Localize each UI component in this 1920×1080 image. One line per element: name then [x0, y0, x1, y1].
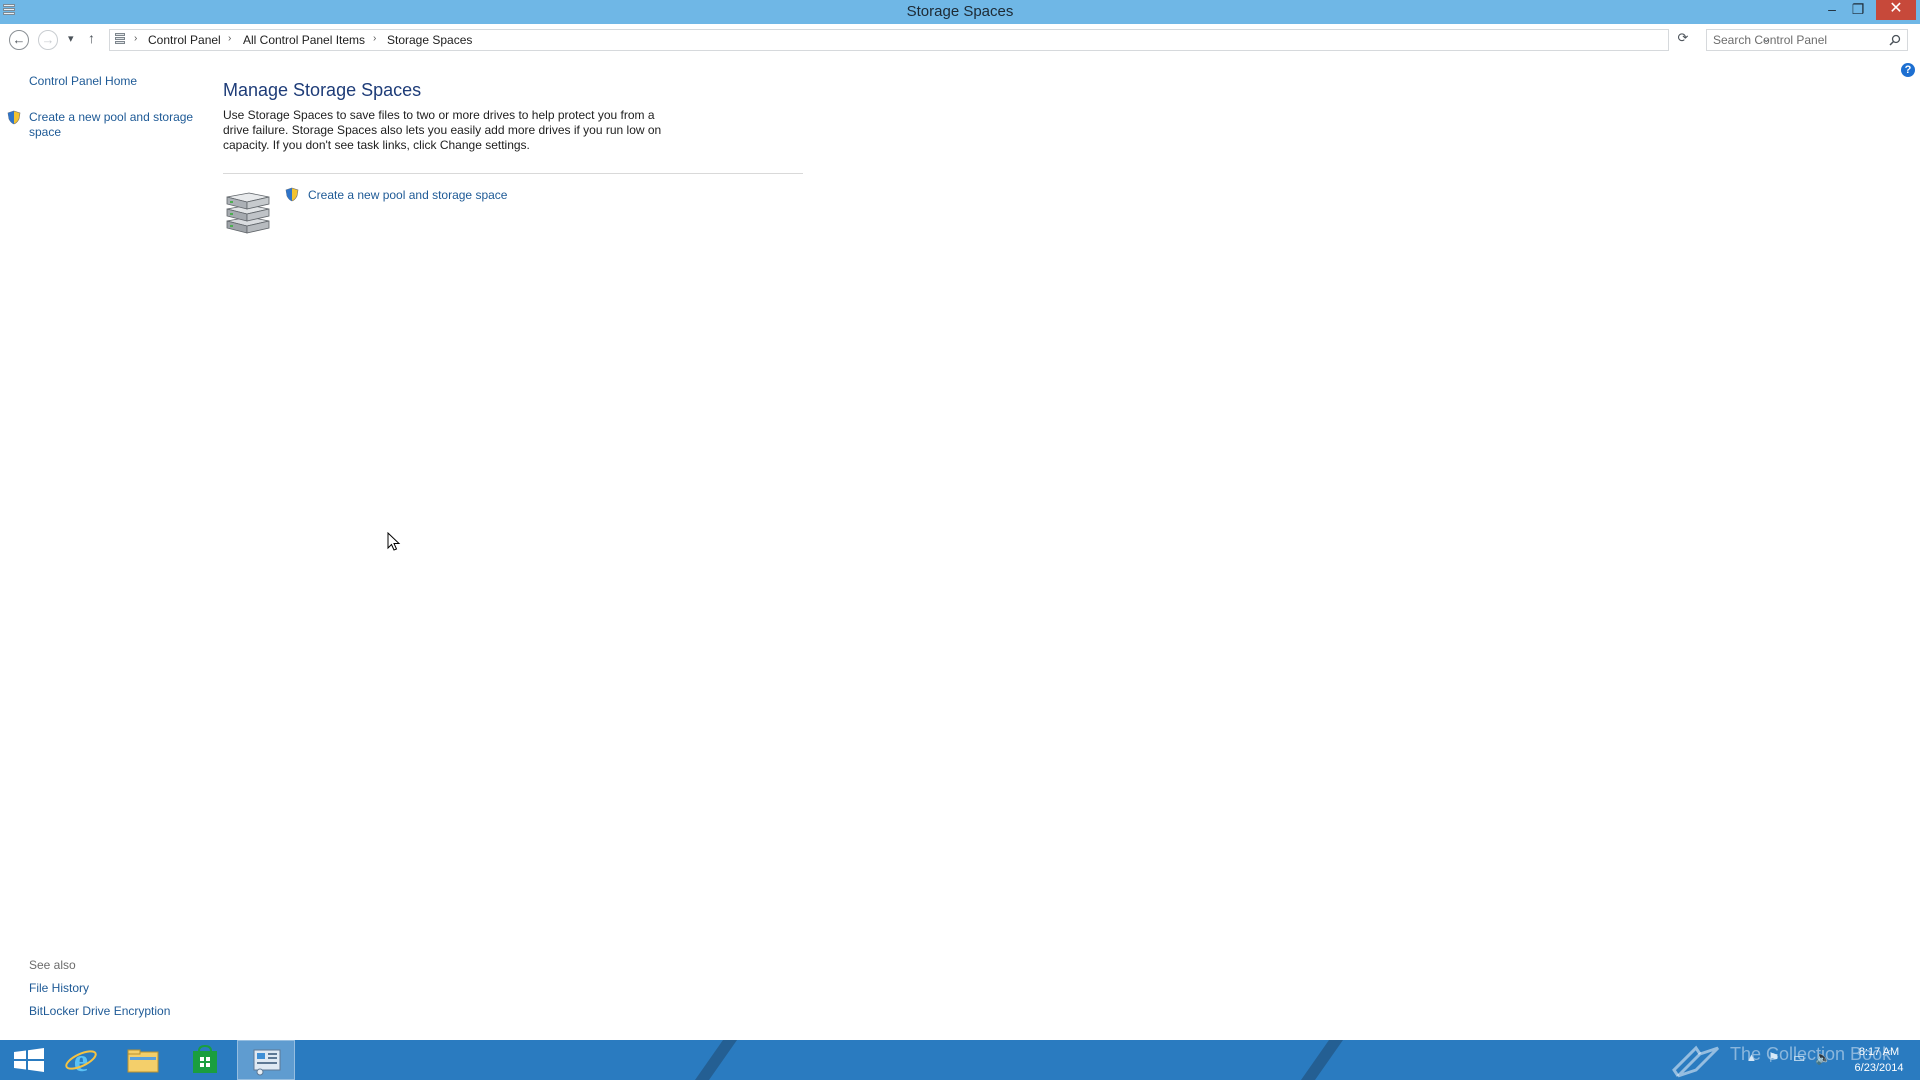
- show-hidden-icons-button[interactable]: ▲: [1746, 1052, 1757, 1064]
- divider: [223, 173, 803, 174]
- breadcrumb-control-panel[interactable]: Control Panel: [148, 33, 221, 47]
- clock-time: 8:17 AM: [1858, 1046, 1900, 1058]
- control-panel-taskbar-button[interactable]: [237, 1040, 295, 1080]
- control-panel-icon: [253, 1049, 281, 1076]
- background-stripe: [680, 1040, 738, 1080]
- see-also-heading: See also: [29, 958, 76, 972]
- page-title: Manage Storage Spaces: [223, 80, 422, 100]
- up-button[interactable]: ↑: [88, 30, 95, 46]
- search-box[interactable]: [1706, 29, 1908, 51]
- page-description: Use Storage Spaces to save files to two …: [223, 108, 662, 152]
- taskbar: e The Collection Book ▲ ⚑ ▭ 🔈 8:17 AM 6/…: [0, 1040, 1920, 1080]
- storage-pool-icon: [226, 192, 270, 234]
- background-stripe: [1286, 1040, 1344, 1080]
- file-explorer-button[interactable]: [114, 1040, 172, 1080]
- action-center-flag-icon[interactable]: ⚑: [1768, 1050, 1780, 1066]
- window-title: Storage Spaces: [906, 3, 1014, 20]
- create-pool-link[interactable]: Create a new pool and storage space: [29, 110, 194, 140]
- start-button[interactable]: [0, 1040, 58, 1080]
- breadcrumb-storage-spaces[interactable]: Storage Spaces: [387, 33, 472, 47]
- bitlocker-link[interactable]: BitLocker Drive Encryption: [29, 1004, 170, 1018]
- volume-icon[interactable]: 🔈: [1815, 1050, 1831, 1066]
- windows-logo-icon: [14, 1048, 44, 1072]
- folder-icon: [127, 1049, 159, 1073]
- title-bar: Storage Spaces – ❐ ✕: [0, 0, 1920, 24]
- back-button[interactable]: ←: [9, 30, 29, 50]
- control-panel-icon: [115, 33, 125, 47]
- minimize-button[interactable]: –: [1818, 0, 1846, 20]
- mouse-cursor-icon: [387, 532, 401, 551]
- chevron-right-icon[interactable]: ›: [373, 33, 376, 44]
- search-input[interactable]: [1713, 33, 1883, 47]
- book-icon: [1672, 1045, 1720, 1078]
- refresh-button[interactable]: ⟳: [1672, 30, 1694, 50]
- store-icon: [193, 1044, 217, 1073]
- restore-button[interactable]: ❐: [1844, 0, 1872, 20]
- help-icon[interactable]: ?: [1901, 63, 1915, 77]
- internet-explorer-button[interactable]: e: [52, 1040, 110, 1080]
- uac-shield-icon: [7, 110, 21, 125]
- svg-text:e: e: [74, 1042, 88, 1078]
- network-icon[interactable]: ▭: [1793, 1050, 1805, 1066]
- breadcrumb-all-control-panel-items[interactable]: All Control Panel Items: [243, 33, 365, 47]
- forward-button[interactable]: →: [38, 30, 58, 50]
- recent-locations-button[interactable]: ▾: [68, 32, 74, 45]
- close-button[interactable]: ✕: [1876, 0, 1916, 20]
- chevron-right-icon[interactable]: ›: [134, 33, 137, 44]
- clock-date: 6/23/2014: [1854, 1062, 1904, 1074]
- control-panel-home-link[interactable]: Control Panel Home: [29, 74, 137, 88]
- file-history-link[interactable]: File History: [29, 981, 89, 995]
- create-pool-task-link[interactable]: Create a new pool and storage space: [308, 188, 507, 202]
- uac-shield-icon: [285, 187, 299, 202]
- navigation-bar: ← → ▾ ↑ › Control Panel › All Control Pa…: [0, 26, 1920, 56]
- chevron-right-icon[interactable]: ›: [228, 33, 231, 44]
- store-button[interactable]: [176, 1040, 234, 1080]
- taskbar-clock[interactable]: 8:17 AM 6/23/2014: [1842, 1044, 1916, 1076]
- internet-explorer-icon: e: [65, 1042, 97, 1078]
- search-icon[interactable]: [1889, 34, 1901, 46]
- address-box[interactable]: › Control Panel › All Control Panel Item…: [109, 29, 1770, 51]
